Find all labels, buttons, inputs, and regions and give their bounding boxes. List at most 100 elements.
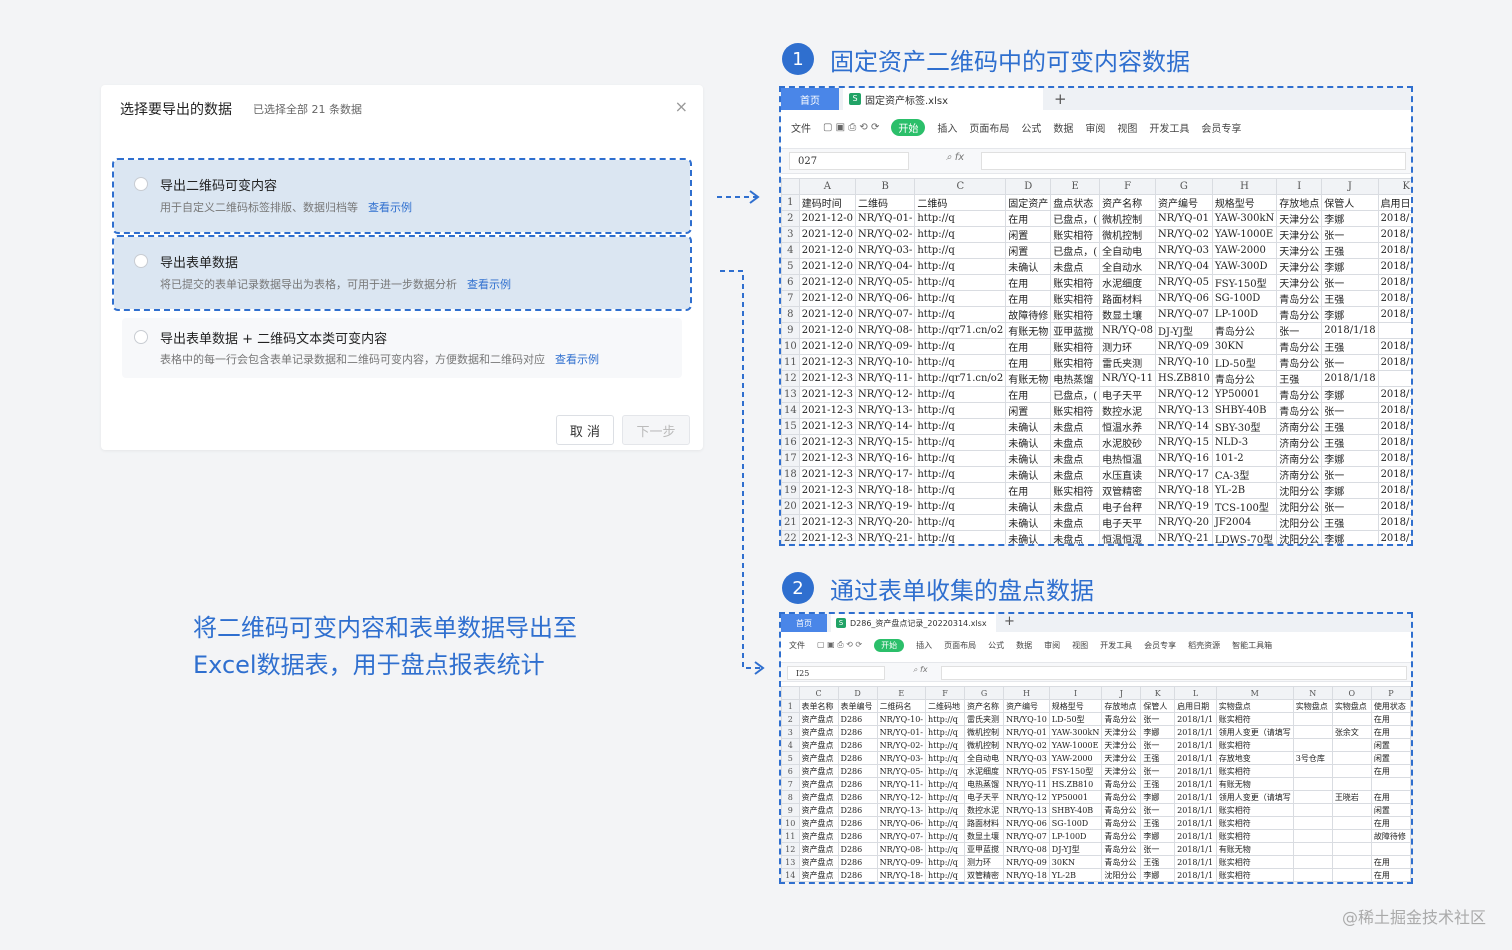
table-cell[interactable]: 2018/1/18 — [1377, 209, 1411, 227]
table-cell[interactable]: 天津分公 — [1276, 225, 1323, 243]
table-cell[interactable]: 2018/1/18 — [1321, 321, 1379, 339]
table-cell[interactable]: 资产盘点 — [798, 829, 839, 843]
table-cell[interactable]: NR/YQ-18- — [876, 868, 927, 882]
table-cell[interactable]: 2018/1/1 — [1174, 855, 1217, 869]
table-cell[interactable] — [1331, 868, 1372, 882]
table-cell[interactable]: 2018/1/1 — [1174, 777, 1217, 791]
table-cell[interactable]: 有账无物 — [1215, 777, 1294, 791]
header-cell[interactable]: 固定资产 — [1005, 193, 1052, 211]
table-cell[interactable] — [1377, 321, 1411, 339]
table-cell[interactable]: 2021-12-3 — [798, 401, 857, 419]
table-cell[interactable]: 2021-12-0 — [798, 241, 857, 259]
view-example-link[interactable]: 查看示例 — [467, 278, 511, 291]
table-cell[interactable]: SHBY-40B — [1048, 803, 1103, 817]
table-cell[interactable]: NR/YQ-19 — [1155, 497, 1213, 515]
table-cell[interactable]: 2021-12-3 — [798, 497, 857, 515]
formula-input[interactable] — [941, 666, 1407, 680]
table-cell[interactable]: http://q — [914, 257, 1007, 275]
table-cell[interactable]: 天津分公 — [1276, 273, 1323, 291]
table-cell[interactable]: 2018/1/18 — [1377, 401, 1411, 419]
table-cell[interactable]: NR/YQ-10- — [876, 712, 927, 726]
table-cell[interactable]: NR/YQ-17 — [1155, 465, 1213, 483]
table-cell[interactable] — [1292, 816, 1333, 830]
table-cell[interactable]: 2018/1/18 — [1377, 497, 1411, 515]
table-cell[interactable]: 账实相符 — [1050, 273, 1101, 291]
table-cell[interactable]: 李娜 — [1321, 257, 1379, 275]
table-cell[interactable]: 30KN — [1211, 337, 1278, 355]
table-cell[interactable]: 账实相符 — [1215, 803, 1294, 817]
row-header[interactable]: 1 — [781, 699, 800, 713]
table-cell[interactable]: 有账无物 — [1005, 369, 1052, 387]
table-cell[interactable]: http://q — [914, 497, 1007, 515]
table-cell[interactable]: 账实相符 — [1215, 868, 1294, 882]
header-cell[interactable]: 启用日期 — [1174, 699, 1217, 713]
table-cell[interactable]: 闲置 — [1005, 401, 1052, 419]
ribbon-menu-item[interactable]: 页面布局 — [969, 120, 1009, 135]
table-cell[interactable]: NR/YQ-02- — [876, 738, 927, 752]
table-cell[interactable]: 水压直读 — [1099, 465, 1157, 483]
header-cell[interactable]: 使用状态 — [1370, 699, 1411, 713]
table-cell[interactable]: 2018/1/18 — [1377, 257, 1411, 275]
table-cell[interactable]: NR/YQ-13 — [1003, 803, 1050, 817]
table-cell[interactable]: 2021-12-3 — [798, 385, 857, 403]
table-cell[interactable] — [1331, 738, 1372, 752]
table-cell[interactable]: NR/YQ-11 — [1099, 369, 1157, 387]
table-cell[interactable]: 雷氏夹测 — [964, 712, 1005, 726]
column-header[interactable]: C — [798, 686, 839, 700]
table-cell[interactable]: 电子台秤 — [1099, 497, 1157, 515]
ribbon-menu-item[interactable]: 文件 — [789, 640, 805, 651]
table-cell[interactable]: NLD-3 — [1211, 433, 1278, 451]
row-header[interactable]: 9 — [781, 321, 800, 339]
row-header[interactable]: 10 — [781, 816, 800, 830]
table-cell[interactable]: http://q — [914, 289, 1007, 307]
table-cell[interactable]: 已盘点，( — [1050, 209, 1101, 227]
table-cell[interactable]: NR/YQ-07 — [1155, 305, 1213, 323]
table-cell[interactable]: 青岛分公 — [1211, 369, 1278, 387]
table-cell[interactable]: http://q — [914, 353, 1007, 371]
table-cell[interactable]: D286 — [837, 868, 878, 882]
column-header[interactable]: K — [1377, 178, 1411, 195]
table-cell[interactable]: 2018/1/18 — [1377, 241, 1411, 259]
ribbon-menu-item[interactable]: 公式 — [1021, 120, 1041, 135]
table-cell[interactable]: NR/YQ-17- — [855, 465, 916, 483]
table-cell[interactable]: 张一 — [1140, 764, 1176, 778]
table-cell[interactable]: LP-100D — [1211, 305, 1278, 323]
table-cell[interactable]: http://q — [914, 209, 1007, 227]
table-cell[interactable]: 天津分公 — [1101, 751, 1142, 765]
table-cell[interactable] — [1292, 764, 1333, 778]
table-cell[interactable]: 资产盘点 — [798, 868, 839, 882]
table-cell[interactable]: NR/YQ-06 — [1155, 289, 1213, 307]
table-cell[interactable]: 电热恒温 — [1099, 449, 1157, 467]
table-cell[interactable]: NR/YQ-09 — [1003, 855, 1050, 869]
table-cell[interactable]: 领用人变更（请填写 — [1215, 790, 1294, 804]
table-cell[interactable]: LP-100D — [1048, 829, 1103, 843]
row-header[interactable]: 20 — [781, 497, 800, 515]
table-cell[interactable]: http://q — [924, 764, 966, 778]
table-cell[interactable] — [1292, 842, 1333, 856]
table-cell[interactable]: http://q — [924, 738, 966, 752]
table-cell[interactable]: 李娜 — [1140, 790, 1176, 804]
table-cell[interactable]: 青岛分公 — [1101, 816, 1142, 830]
table-cell[interactable]: http://q — [914, 465, 1007, 483]
table-cell[interactable]: NR/YQ-05 — [1003, 764, 1050, 778]
table-cell[interactable]: 资产盘点 — [798, 725, 839, 739]
table-cell[interactable] — [1331, 829, 1372, 843]
table-cell[interactable]: D286 — [837, 764, 878, 778]
table-cell[interactable]: 已盘点，( — [1050, 385, 1101, 403]
column-header[interactable]: G — [1155, 178, 1213, 195]
table-cell[interactable]: 恒温水养 — [1099, 417, 1157, 435]
select-all-corner[interactable] — [781, 178, 800, 195]
table-cell[interactable]: NR/YQ-14 — [1155, 417, 1213, 435]
table-cell[interactable]: 王强 — [1276, 369, 1323, 387]
table-cell[interactable]: 2018/1/1 — [1174, 803, 1217, 817]
table-cell[interactable]: NR/YQ-10- — [855, 353, 916, 371]
table-cell[interactable]: 2021-12-3 — [798, 481, 857, 499]
row-header[interactable]: 13 — [781, 855, 800, 869]
table-cell[interactable]: 闲置 — [1005, 241, 1052, 259]
header-cell[interactable]: 资产编号 — [1155, 193, 1213, 211]
table-cell[interactable]: 2018/1/1 — [1174, 842, 1217, 856]
table-cell[interactable]: 未确认 — [1005, 497, 1052, 515]
table-cell[interactable]: http://q — [914, 433, 1007, 451]
row-header[interactable]: 5 — [781, 257, 800, 275]
table-cell[interactable]: YP50001 — [1211, 385, 1278, 403]
